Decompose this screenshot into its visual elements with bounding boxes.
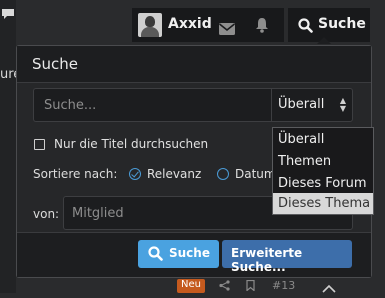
search-input[interactable] <box>33 88 271 122</box>
search-icon <box>298 18 313 37</box>
search-scope-select[interactable]: Überall ▲ ▼ <box>271 88 353 122</box>
popup-caret <box>317 37 331 44</box>
scope-option-this-forum[interactable]: Dieses Forum <box>273 173 373 195</box>
avatar[interactable] <box>138 13 162 37</box>
search-submit-label: Suche <box>169 246 210 260</box>
post-number[interactable]: #13 <box>272 279 295 292</box>
title-only-checkbox[interactable] <box>34 138 45 150</box>
scope-selected-value: Überall <box>278 97 325 112</box>
sort-date-radio[interactable] <box>217 168 229 180</box>
share-icon[interactable] <box>219 280 230 294</box>
search-submit-button[interactable]: Suche <box>138 240 219 268</box>
user-name: Axxid <box>168 16 212 32</box>
chevron-up-icon[interactable] <box>321 279 337 298</box>
from-label: von: <box>33 207 60 221</box>
page-left-edge <box>0 0 16 293</box>
bell-icon[interactable] <box>255 17 269 37</box>
advanced-search-button[interactable]: Erweiterte Suche... <box>222 240 352 274</box>
new-badge: Neu <box>177 279 205 293</box>
bookmark-icon[interactable] <box>246 279 255 294</box>
user-menu[interactable]: Axxid <box>132 8 284 42</box>
search-toggle-label: Suche <box>318 16 366 32</box>
sort-relevance-label[interactable]: Relevanz <box>147 167 201 181</box>
sort-date-label[interactable]: Datum <box>235 167 276 181</box>
popup-footer: Suche Erweiterte Suche... <box>17 232 371 277</box>
envelope-icon[interactable] <box>219 20 235 39</box>
scope-option-threads[interactable]: Themen <box>273 151 373 173</box>
title-only-option[interactable]: Nur die Titel durchsuchen <box>34 137 208 151</box>
advanced-search-label: Erweiterte Suche... <box>231 246 303 274</box>
search-icon <box>148 246 163 265</box>
scope-option-everywhere[interactable]: Überall <box>273 129 373 151</box>
select-arrows-icon: ▲ ▼ <box>339 96 346 113</box>
popup-title: Suche <box>32 55 79 73</box>
sort-relevance-radio[interactable] <box>129 168 141 180</box>
scope-dropdown-list[interactable]: Überall Themen Dieses Forum Dieses Thema <box>272 127 374 215</box>
title-only-label: Nur die Titel durchsuchen <box>54 137 209 151</box>
popup-header: Suche <box>17 46 371 83</box>
sort-label: Sortiere nach: <box>33 167 118 181</box>
quote-icon[interactable] <box>1 8 15 24</box>
scope-option-this-thread[interactable]: Dieses Thema <box>273 193 373 214</box>
